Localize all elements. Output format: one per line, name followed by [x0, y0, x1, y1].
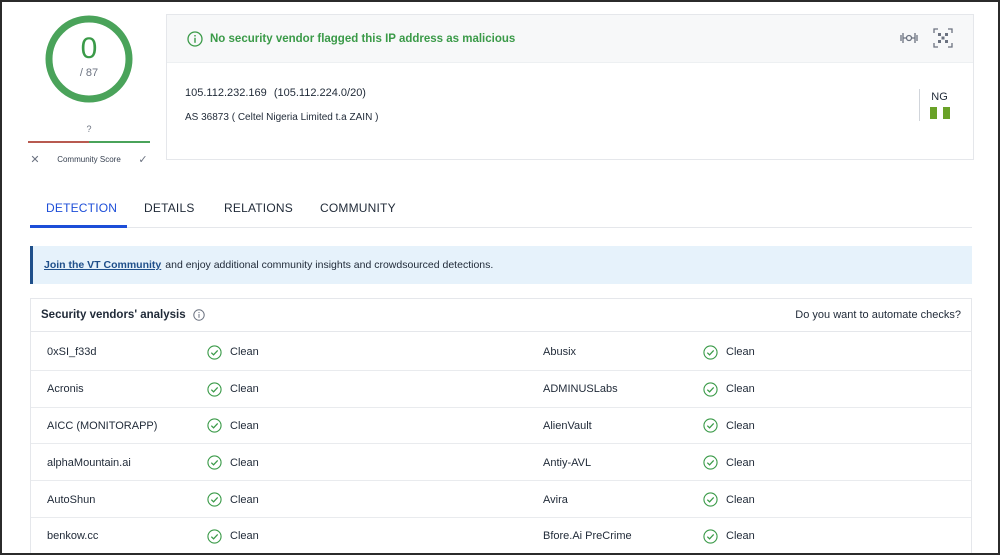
- vendor-result: Clean: [207, 518, 259, 555]
- table-row: alphaMountain.ai Clean Antiy-AVL Clean: [31, 444, 971, 482]
- tab-detection[interactable]: DETECTION: [46, 201, 117, 215]
- table-row: benkow.cc Clean Bfore.Ai PreCrime Clean: [31, 518, 971, 555]
- check-circle-icon: [207, 418, 222, 434]
- vendor-result-label: Clean: [726, 383, 755, 396]
- tab-details[interactable]: DETAILS: [144, 201, 195, 215]
- vendor-name: alphaMountain.ai: [47, 456, 131, 469]
- automate-checks-link[interactable]: Do you want to automate checks?: [795, 309, 961, 321]
- table-row: AICC (MONITORAPP) Clean AlienVault Clean: [31, 408, 971, 445]
- check-circle-icon: [207, 345, 222, 360]
- vendor-name: AICC (MONITORAPP): [47, 419, 158, 432]
- detection-score: 0 / 87 ? ✕ Community Score ✓: [28, 14, 150, 174]
- vendor-name: Abusix: [543, 346, 577, 359]
- vendor-result-label: Clean: [230, 493, 259, 506]
- verdict-banner: No security vendor flagged this IP addre…: [167, 15, 973, 63]
- check-circle-icon: [703, 455, 718, 470]
- vendor-name: Antiy-AVL: [543, 456, 592, 469]
- vendor-result: Clean: [703, 481, 755, 518]
- check-circle-icon: [703, 418, 718, 434]
- tab-relations[interactable]: RELATIONS: [224, 201, 293, 215]
- vendor-result: Clean: [703, 371, 755, 408]
- ip-info-card: No security vendor flagged this IP addre…: [166, 14, 974, 160]
- vendor-result: Clean: [207, 334, 259, 371]
- community-score-bar: [28, 141, 150, 143]
- vendor-result-label: Clean: [726, 493, 755, 506]
- ip-address-line: 105.112.232.169 (105.112.224.0/20): [185, 87, 366, 99]
- vote-up-icon[interactable]: ✓: [136, 153, 150, 166]
- vendor-result: Clean: [207, 408, 259, 445]
- active-tab-indicator: [30, 225, 127, 228]
- vendor-name: 0xSI_f33d: [47, 346, 97, 359]
- vendors-analysis: Security vendors' analysis Do you want t…: [30, 298, 972, 555]
- vendor-name: AlienVault: [543, 419, 592, 432]
- community-banner-text: and enjoy additional community insights …: [165, 259, 494, 271]
- vendor-result-label: Clean: [726, 346, 755, 359]
- tab-bar: DETECTION DETAILS RELATIONS COMMUNITY: [30, 196, 972, 228]
- vendor-name: Acronis: [47, 383, 84, 396]
- vendor-name: ADMINUSLabs: [543, 383, 618, 396]
- check-circle-icon: [207, 492, 222, 507]
- vendors-rows: 0xSI_f33d Clean Abusix Clean Acronis Clean ADM…: [31, 334, 971, 555]
- check-circle-icon: [703, 345, 718, 360]
- score-detections: 0: [80, 32, 98, 65]
- check-circle-icon: [207, 455, 222, 470]
- vendor-result: Clean: [207, 481, 259, 518]
- nigeria-flag-icon: [920, 107, 959, 119]
- ip-address: 105.112.232.169: [185, 87, 267, 99]
- vendor-result: Clean: [703, 518, 755, 555]
- vendor-name: benkow.cc: [47, 530, 99, 543]
- check-circle-icon: [703, 529, 718, 544]
- vendor-result-label: Clean: [726, 419, 755, 432]
- join-community-link[interactable]: Join the VT Community: [44, 259, 161, 271]
- community-banner: Join the VT Community and enjoy addition…: [30, 246, 972, 284]
- vendor-result-label: Clean: [230, 346, 259, 359]
- vendor-result-label: Clean: [230, 419, 259, 432]
- country-code: NG: [931, 91, 948, 103]
- vendor-result: Clean: [703, 408, 755, 445]
- community-score-row: ✕ Community Score ✓: [28, 150, 150, 168]
- vendor-name: Bfore.Ai PreCrime: [543, 530, 632, 543]
- vendor-result-label: Clean: [230, 530, 259, 543]
- vendor-result-label: Clean: [726, 456, 755, 469]
- vendors-title-wrap: Security vendors' analysis: [41, 309, 205, 321]
- table-row: AutoShun Clean Avira Clean: [31, 481, 971, 518]
- network-graph-icon[interactable]: [899, 28, 919, 48]
- vendor-result-label: Clean: [230, 383, 259, 396]
- table-row: 0xSI_f33d Clean Abusix Clean: [31, 334, 971, 371]
- as-owner: AS 36873 ( Celtel Nigeria Limited t.a ZA…: [185, 112, 379, 123]
- tab-community[interactable]: COMMUNITY: [320, 201, 396, 215]
- check-circle-icon: [207, 529, 222, 544]
- check-circle-icon: [703, 382, 718, 397]
- ip-range: (105.112.224.0/20): [273, 87, 366, 99]
- vendor-name: AutoShun: [47, 493, 96, 506]
- vendor-result-label: Clean: [230, 456, 259, 469]
- qr-scan-icon[interactable]: [933, 28, 953, 48]
- vendor-result: Clean: [703, 334, 755, 371]
- vendor-result: Clean: [207, 371, 259, 408]
- vendor-name: Avira: [543, 493, 568, 506]
- verdict-message: No security vendor flagged this IP addre…: [210, 32, 516, 45]
- check-circle-icon: [703, 492, 718, 507]
- vendor-result: Clean: [703, 444, 755, 481]
- country-indicator: NG: [919, 89, 959, 121]
- vendors-header: Security vendors' analysis Do you want t…: [31, 299, 971, 332]
- info-icon[interactable]: [192, 309, 205, 321]
- check-circle-icon: [207, 382, 222, 397]
- vendor-result: Clean: [207, 444, 259, 481]
- score-total: / 87: [79, 67, 99, 79]
- table-row: Acronis Clean ADMINUSLabs Clean: [31, 371, 971, 408]
- vote-down-icon[interactable]: ✕: [28, 153, 42, 166]
- vendor-result-label: Clean: [726, 530, 755, 543]
- community-score-value: ?: [86, 124, 92, 134]
- check-circle-icon: [187, 30, 203, 47]
- community-score-label: Community Score: [57, 154, 121, 164]
- vendors-title: Security vendors' analysis: [41, 309, 186, 321]
